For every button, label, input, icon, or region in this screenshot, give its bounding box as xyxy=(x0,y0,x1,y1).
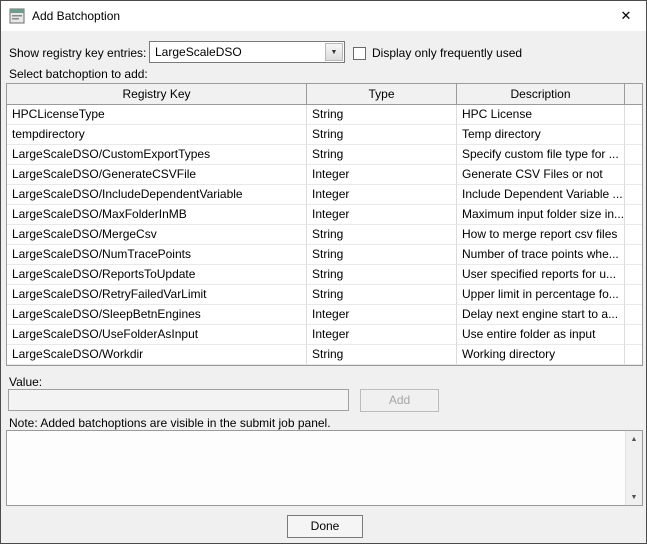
scroll-down-icon[interactable]: ▼ xyxy=(626,489,642,505)
registry-entries-label: Show registry key entries: xyxy=(9,46,147,60)
window-title: Add Batchoption xyxy=(32,9,121,23)
cell-description: Maximum input folder size in... xyxy=(457,205,625,225)
cell-description: Use entire folder as input xyxy=(457,325,625,345)
cell-blank xyxy=(625,305,642,325)
table-row[interactable]: HPCLicenseType String HPC License xyxy=(7,105,642,125)
table-row[interactable]: LargeScaleDSO/MergeCsv String How to merge… xyxy=(7,225,642,245)
cell-registry-key: HPCLicenseType xyxy=(7,105,307,125)
cell-type: String xyxy=(307,145,457,165)
cell-blank xyxy=(625,325,642,345)
cell-blank xyxy=(625,265,642,285)
table-body: HPCLicenseType String HPC License tempdirec… xyxy=(7,105,642,365)
cell-description: Include Dependent Variable ... xyxy=(457,185,625,205)
close-icon[interactable]: ✕ xyxy=(606,1,646,31)
vertical-scrollbar[interactable]: ▲ ▼ xyxy=(625,431,642,505)
frequently-used-checkbox[interactable] xyxy=(353,47,366,60)
col-header-type[interactable]: Type xyxy=(307,84,457,105)
cell-type: String xyxy=(307,105,457,125)
registry-key-selected-value: LargeScaleDSO xyxy=(155,45,242,59)
batchoptions-note-panel[interactable]: ▲ ▼ xyxy=(6,430,643,506)
select-batchoption-label: Select batchoption to add: xyxy=(9,67,148,81)
cell-type: String xyxy=(307,225,457,245)
table-header-row: Registry Key Type Description xyxy=(7,84,642,105)
scroll-up-icon[interactable]: ▲ xyxy=(626,431,642,447)
cell-registry-key: LargeScaleDSO/RetryFailedVarLimit xyxy=(7,285,307,305)
cell-blank xyxy=(625,205,642,225)
table-row[interactable]: LargeScaleDSO/Workdir String Working direc… xyxy=(7,345,642,365)
note-label: Note: Added batchoptions are visible in … xyxy=(9,416,331,430)
value-label: Value: xyxy=(9,375,43,389)
table-row[interactable]: LargeScaleDSO/UseFolderAsInput Integer Use… xyxy=(7,325,642,345)
note-panel-content xyxy=(7,431,625,505)
cell-registry-key: LargeScaleDSO/ReportsToUpdate xyxy=(7,265,307,285)
cell-description: Working directory xyxy=(457,345,625,365)
table-row[interactable]: LargeScaleDSO/ReportsToUpdate String User … xyxy=(7,265,642,285)
titlebar[interactable]: Add Batchoption ✕ xyxy=(1,1,646,31)
cell-blank xyxy=(625,285,642,305)
cell-description: Specify custom file type for ... xyxy=(457,145,625,165)
registry-key-dropdown[interactable]: LargeScaleDSO ▼ xyxy=(149,41,345,63)
cell-description: HPC License xyxy=(457,105,625,125)
col-header-registry-key[interactable]: Registry Key xyxy=(7,84,307,105)
cell-registry-key: LargeScaleDSO/UseFolderAsInput xyxy=(7,325,307,345)
cell-blank xyxy=(625,125,642,145)
col-header-description[interactable]: Description xyxy=(457,84,625,105)
table-row[interactable]: LargeScaleDSO/SleepBetnEngines Integer Del… xyxy=(7,305,642,325)
col-header-blank xyxy=(625,84,642,105)
cell-type: String xyxy=(307,125,457,145)
cell-registry-key: LargeScaleDSO/CustomExportTypes xyxy=(7,145,307,165)
cell-type: String xyxy=(307,265,457,285)
cell-description: Upper limit in percentage fo... xyxy=(457,285,625,305)
table-row[interactable]: LargeScaleDSO/RetryFailedVarLimit String U… xyxy=(7,285,642,305)
cell-type: String xyxy=(307,285,457,305)
cell-description: Temp directory xyxy=(457,125,625,145)
cell-description: How to merge report csv files xyxy=(457,225,625,245)
cell-registry-key: tempdirectory xyxy=(7,125,307,145)
frequently-used-label: Display only frequently used xyxy=(372,46,523,60)
batchoption-table: Registry Key Type Description HPCLicense… xyxy=(6,83,643,366)
add-button[interactable]: Add xyxy=(360,389,439,412)
cell-blank xyxy=(625,245,642,265)
table-row[interactable]: LargeScaleDSO/CustomExportTypes String Spe… xyxy=(7,145,642,165)
table-row[interactable]: LargeScaleDSO/IncludeDependentVariable In… xyxy=(7,185,642,205)
cell-blank xyxy=(625,345,642,365)
cell-type: String xyxy=(307,345,457,365)
cell-registry-key: LargeScaleDSO/GenerateCSVFile xyxy=(7,165,307,185)
table-row[interactable]: tempdirectory String Temp directory xyxy=(7,125,642,145)
table-row[interactable]: LargeScaleDSO/GenerateCSVFile Integer Gene… xyxy=(7,165,642,185)
cell-blank xyxy=(625,165,642,185)
cell-registry-key: LargeScaleDSO/MaxFolderInMB xyxy=(7,205,307,225)
cell-blank xyxy=(625,145,642,165)
cell-blank xyxy=(625,185,642,205)
cell-registry-key: LargeScaleDSO/SleepBetnEngines xyxy=(7,305,307,325)
cell-registry-key: LargeScaleDSO/IncludeDependentVariable xyxy=(7,185,307,205)
cell-blank xyxy=(625,105,642,125)
add-batchoption-dialog: Add Batchoption ✕ Show registry key entr… xyxy=(0,0,647,544)
cell-description: Delay next engine start to a... xyxy=(457,305,625,325)
cell-type: Integer xyxy=(307,185,457,205)
value-input[interactable] xyxy=(8,389,349,411)
table-row[interactable]: LargeScaleDSO/NumTracePoints String Number… xyxy=(7,245,642,265)
cell-type: Integer xyxy=(307,165,457,185)
cell-type: Integer xyxy=(307,205,457,225)
cell-registry-key: LargeScaleDSO/NumTracePoints xyxy=(7,245,307,265)
table-row[interactable]: LargeScaleDSO/MaxFolderInMB Integer Maximu… xyxy=(7,205,642,225)
cell-registry-key: LargeScaleDSO/Workdir xyxy=(7,345,307,365)
cell-registry-key: LargeScaleDSO/MergeCsv xyxy=(7,225,307,245)
chevron-down-icon[interactable]: ▼ xyxy=(325,43,343,61)
cell-type: Integer xyxy=(307,325,457,345)
cell-description: Generate CSV Files or not xyxy=(457,165,625,185)
cell-description: User specified reports for u... xyxy=(457,265,625,285)
cell-blank xyxy=(625,225,642,245)
cell-type: Integer xyxy=(307,305,457,325)
cell-description: Number of trace points whe... xyxy=(457,245,625,265)
cell-type: String xyxy=(307,245,457,265)
app-icon xyxy=(9,8,25,24)
done-button[interactable]: Done xyxy=(287,515,363,538)
